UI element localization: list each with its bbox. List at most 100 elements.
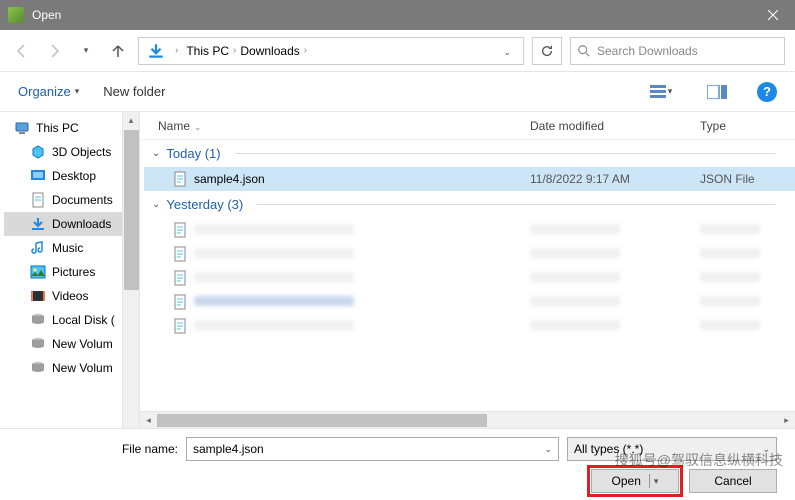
breadcrumb-segment[interactable]: Downloads [238,44,301,58]
file-row[interactable]: sample4.json11/8/2022 9:17 AMJSON File [144,167,795,191]
help-button[interactable]: ? [757,82,777,102]
file-row[interactable] [144,266,795,290]
pc-icon [14,120,30,136]
file-type [700,271,795,285]
file-date: 11/8/2022 9:17 AM [530,172,700,186]
file-icon [172,318,188,334]
view-mode-button[interactable]: ▾ [645,81,677,103]
file-name [194,247,530,261]
breadcrumb-segment[interactable]: This PC [184,44,231,58]
file-type: JSON File [700,172,795,186]
cancel-button[interactable]: Cancel [689,469,777,493]
3d-icon [30,144,46,160]
file-type [700,247,795,261]
arrow-left-icon [14,43,30,59]
sidebar-item-pc[interactable]: This PC [4,116,122,140]
sidebar-item-disk[interactable]: Local Disk ( [4,308,122,332]
sidebar-item-label: Videos [52,289,88,303]
file-type [700,295,795,309]
file-row[interactable] [144,314,795,338]
sidebar-item-docs[interactable]: Documents [4,188,122,212]
arrow-up-icon [110,43,126,59]
scroll-up-icon[interactable]: ▴ [123,112,139,129]
preview-pane-icon [707,85,727,99]
scroll-thumb[interactable] [157,414,487,427]
new-folder-button[interactable]: New folder [103,84,165,99]
arrow-right-icon [46,43,62,59]
docs-icon [30,192,46,208]
col-name[interactable]: Name⌄ [140,119,530,133]
sidebar-scrollbar[interactable]: ▴ [122,112,139,428]
filename-input[interactable] [193,442,544,456]
chevron-down-icon[interactable]: ⌄ [544,444,552,455]
col-date-modified[interactable]: Date modified [530,119,700,133]
app-icon [8,7,24,23]
horizontal-scrollbar[interactable]: ◂ ▸ [140,411,795,428]
sidebar-item-label: Downloads [52,217,111,231]
sidebar-item-3d[interactable]: 3D Objects [4,140,122,164]
sidebar-item-downloads[interactable]: Downloads [4,212,122,236]
file-pane: Name⌄ Date modified Type ⌄ Today (1)samp… [140,112,795,428]
scroll-thumb[interactable] [124,130,139,290]
sidebar: This PC 3D Objects Desktop Documents Downloa… [0,112,122,428]
chevron-down-icon: ⌄ [152,148,160,159]
sidebar-item-label: 3D Objects [52,145,111,159]
videos-icon [30,288,46,304]
recent-dropdown[interactable]: ▾ [74,39,98,63]
sidebar-item-label: This PC [36,121,79,135]
file-group-header[interactable]: ⌄ Today (1) [144,140,795,167]
file-date [530,319,700,333]
sidebar-item-pictures[interactable]: Pictures [4,260,122,284]
forward-button[interactable] [42,39,66,63]
titlebar: Open [0,0,795,30]
organize-menu[interactable]: Organize ▾ [18,84,79,99]
refresh-button[interactable] [532,37,562,65]
close-icon [768,10,778,20]
open-button[interactable]: Open▾ [591,469,679,493]
sidebar-item-music[interactable]: Music [4,236,122,260]
filename-combobox[interactable]: ⌄ [186,437,559,461]
dialog-body: This PC 3D Objects Desktop Documents Downloa… [0,112,795,428]
sidebar-item-videos[interactable]: Videos [4,284,122,308]
sidebar-item-label: Documents [52,193,113,207]
pictures-icon [30,264,46,280]
search-box[interactable] [570,37,785,65]
disk-icon [30,312,46,328]
file-date [530,223,700,237]
file-group-header[interactable]: ⌄ Yesterday (3) [144,191,795,218]
preview-pane-button[interactable] [701,81,733,103]
file-row[interactable] [144,290,795,314]
col-type[interactable]: Type [700,119,795,133]
file-icon [172,270,188,286]
file-name [194,223,530,237]
sidebar-item-disk[interactable]: New Volum [4,332,122,356]
file-type-filter[interactable]: All types (*.*) ⌄ [567,437,777,461]
scroll-left-icon[interactable]: ◂ [140,415,157,426]
close-button[interactable] [750,0,795,30]
group-label: Yesterday (3) [166,197,243,212]
back-button[interactable] [10,39,34,63]
chevron-right-icon: › [169,45,184,56]
toolbar: Organize ▾ New folder ▾ ? [0,72,795,112]
file-name [194,319,530,333]
desktop-icon [30,168,46,184]
scroll-right-icon[interactable]: ▸ [778,415,795,426]
disk-icon [30,360,46,376]
breadcrumb: This PC › Downloads › [184,44,309,58]
sort-chevron-icon: ⌄ [194,122,202,132]
sidebar-item-label: New Volum [52,361,113,375]
sidebar-item-label: Local Disk ( [52,313,115,327]
sidebar-item-desktop[interactable]: Desktop [4,164,122,188]
search-input[interactable] [597,44,778,58]
breadcrumb-bar[interactable]: › This PC › Downloads › ⌄ [138,37,524,65]
sidebar-item-disk[interactable]: New Volum [4,356,122,380]
chevron-right-icon: › [302,45,309,56]
breadcrumb-history-dropdown[interactable]: ⌄ [495,42,519,60]
group-label: Today (1) [166,146,220,161]
downloads-folder-icon [147,42,165,60]
up-button[interactable] [106,39,130,63]
file-row[interactable] [144,218,795,242]
music-icon [30,240,46,256]
chevron-down-icon: ⌄ [762,444,770,455]
file-row[interactable] [144,242,795,266]
